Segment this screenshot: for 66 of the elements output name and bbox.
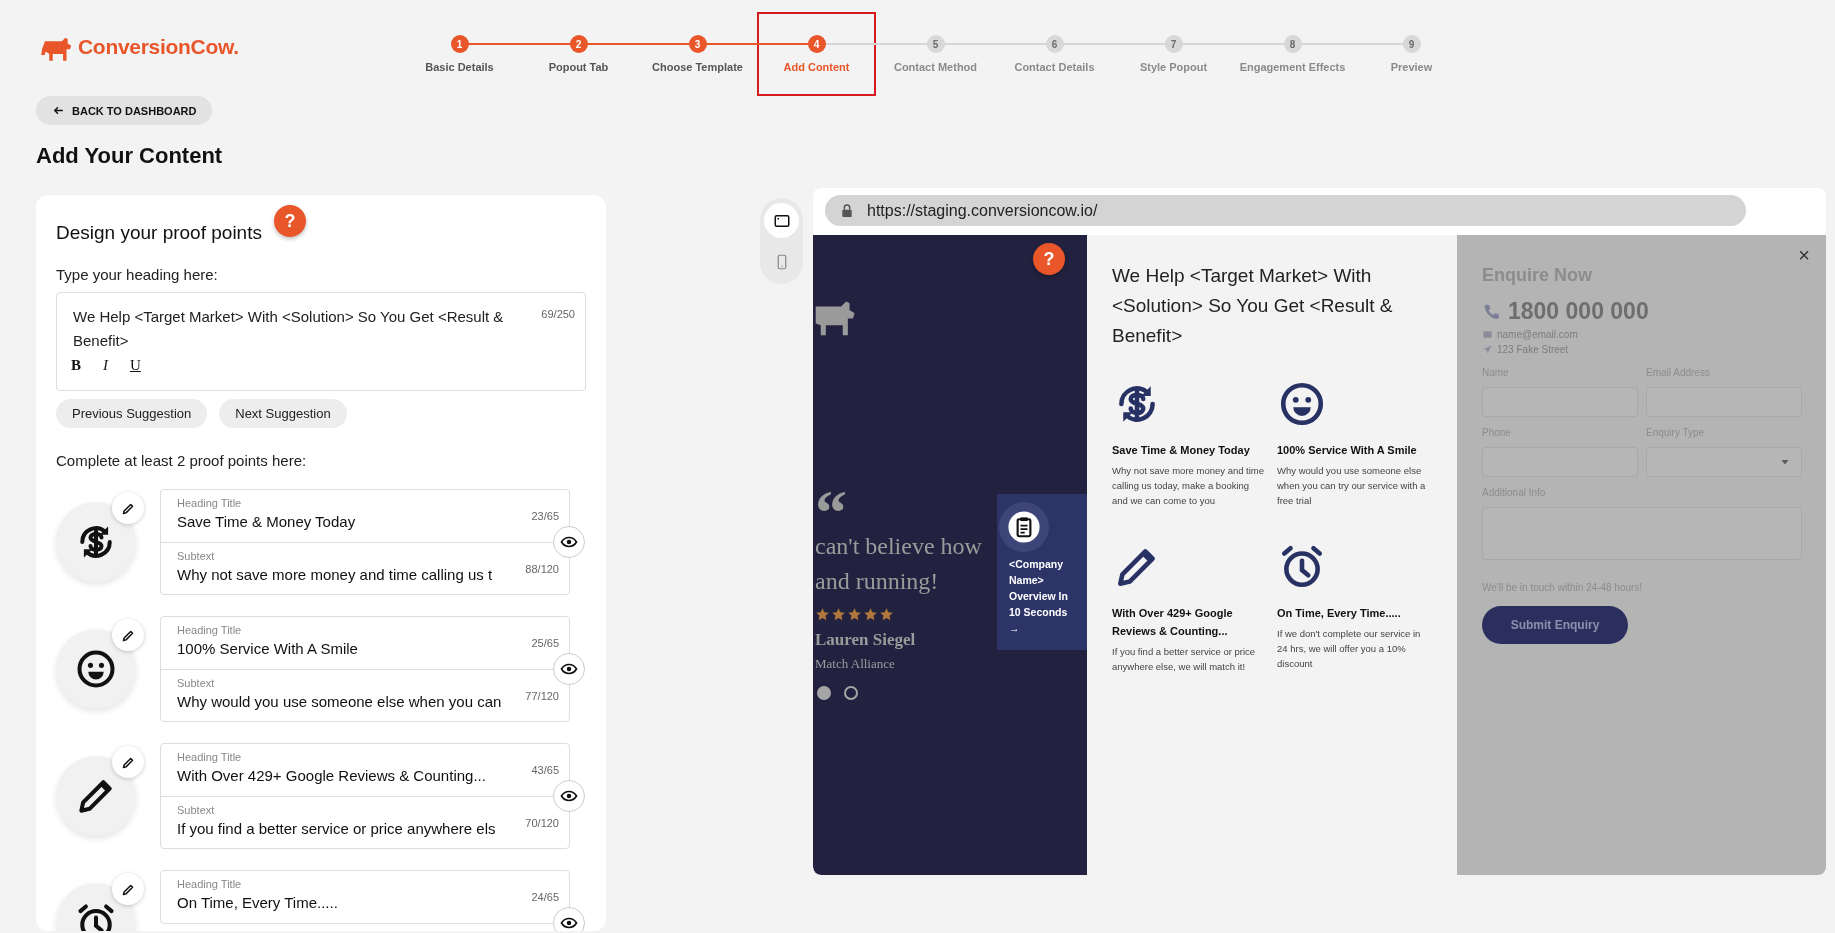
step-tab[interactable]: 2 Popout Tab <box>519 12 638 96</box>
page-title: Add Your Content <box>36 143 224 170</box>
reviewer-company: Match Alliance <box>815 656 895 672</box>
heading-input[interactable]: Save Time & Money Today <box>177 513 509 530</box>
heading-input[interactable]: 100% Service With A Smile <box>177 640 509 657</box>
step-tab[interactable]: 6 Contact Details <box>995 12 1114 96</box>
character-count: 24/65 <box>531 891 559 903</box>
character-count: 88/120 <box>525 563 559 575</box>
character-count: 70/120 <box>525 817 559 829</box>
step-tab[interactable]: 4 Add Content <box>757 12 876 96</box>
quote-text: and running! <box>815 567 940 596</box>
underline-button[interactable]: U <box>126 357 145 374</box>
reviewer-name: Lauren Siegel <box>815 630 916 650</box>
step-tab[interactable]: 7 Style Popout <box>1114 12 1233 96</box>
section-title: Design your proof points <box>56 221 262 244</box>
field-label: Heading Title <box>177 878 243 890</box>
suggestion-button[interactable]: Previous Suggestion <box>56 399 208 428</box>
proof-point-text: If we don't complete our service in 24 hrs, we will offer you a 10% discount <box>1277 627 1422 671</box>
field-label: Complete at least 2 proof points here: <box>56 452 308 469</box>
italic-button[interactable]: I <box>99 357 112 374</box>
phone-number: 1800 000 000 <box>1508 298 1649 325</box>
heading-input[interactable]: We Help <Target Market> With <Solution> So You Get <Result & Benefit> <box>73 305 534 353</box>
submit-button[interactable]: Submit Enquiry <box>1482 606 1628 644</box>
subtext-input[interactable]: Why not save more money and time calling us t <box>177 566 509 583</box>
character-count: 77/120 <box>525 690 559 702</box>
tab-label: <Company Name> Overview In 10 Seconds → <box>1009 557 1069 636</box>
help-button[interactable]: ? <box>273 205 306 237</box>
proof-point-title: With Over 429+ Google Reviews & Counting... <box>1112 606 1234 639</box>
field-label: Heading Title <box>177 497 243 509</box>
step-tab[interactable]: 3 Choose Template <box>638 12 757 96</box>
proof-point-text: Why would you use someone else when you can try our service with a free trial <box>1277 464 1427 508</box>
step-tab[interactable]: 5 Contact Method <box>876 12 995 96</box>
url-text: https://staging.conversioncow.io/ <box>867 201 1098 220</box>
subtext-input[interactable]: Why would you use someone else when you can <box>177 693 509 710</box>
step-tab[interactable]: 1 Basic Details <box>400 12 519 96</box>
heading-input[interactable]: With Over 429+ Google Reviews & Counting... <box>177 767 509 784</box>
proof-point-title: 100% Service With A Smile <box>1277 443 1418 458</box>
address-bar[interactable]: https://staging.conversioncow.io/ <box>825 195 1746 226</box>
character-count: 23/65 <box>531 510 559 522</box>
field-label: Heading Title <box>177 751 243 763</box>
field-label: Heading Title <box>177 624 243 636</box>
suggestion-button[interactable]: Next Suggestion <box>219 399 347 428</box>
brand-name: ConversionCow. <box>78 35 239 59</box>
field-label: Subtext <box>177 550 216 562</box>
field-label: Subtext <box>177 677 216 689</box>
subtext-input[interactable]: If you find a better service or price anywhere els <box>177 820 509 837</box>
field-label: Type your heading here: <box>56 266 219 283</box>
quote-mark: “ <box>815 493 845 529</box>
help-button[interactable]: ? <box>1033 243 1065 275</box>
character-count: 43/65 <box>531 764 559 776</box>
heading-input[interactable]: On Time, Every Time..... <box>177 894 509 911</box>
field-label: Subtext <box>177 804 216 816</box>
step-tab[interactable]: 8 Engagement Effects <box>1233 12 1352 96</box>
character-count: 69/250 <box>541 307 575 320</box>
preview-heading: We Help <Target Market> With <Solution> So You Get <Result & Benefit> <box>1112 264 1394 348</box>
proof-point-title: Save Time & Money Today <box>1112 443 1251 458</box>
close-button[interactable]: × <box>1794 244 1814 267</box>
side-tab[interactable]: <Company Name> Overview In 10 Seconds → <box>997 494 1087 650</box>
back-button[interactable]: BACK TO DASHBOARD <box>36 96 213 125</box>
quote-text: can't believe how <box>815 532 983 561</box>
proof-point-text: Why not save more money and time calling us today, make a booking and we can come to you <box>1112 464 1266 508</box>
proof-point-title: On Time, Every Time..... <box>1277 606 1402 621</box>
character-count: 25/65 <box>531 637 559 649</box>
proof-point-text: If you find a better service or price anywhere else, we will match it! <box>1112 645 1257 674</box>
step-tab[interactable]: 9 Preview <box>1352 12 1471 96</box>
bold-button[interactable]: B <box>67 357 85 374</box>
